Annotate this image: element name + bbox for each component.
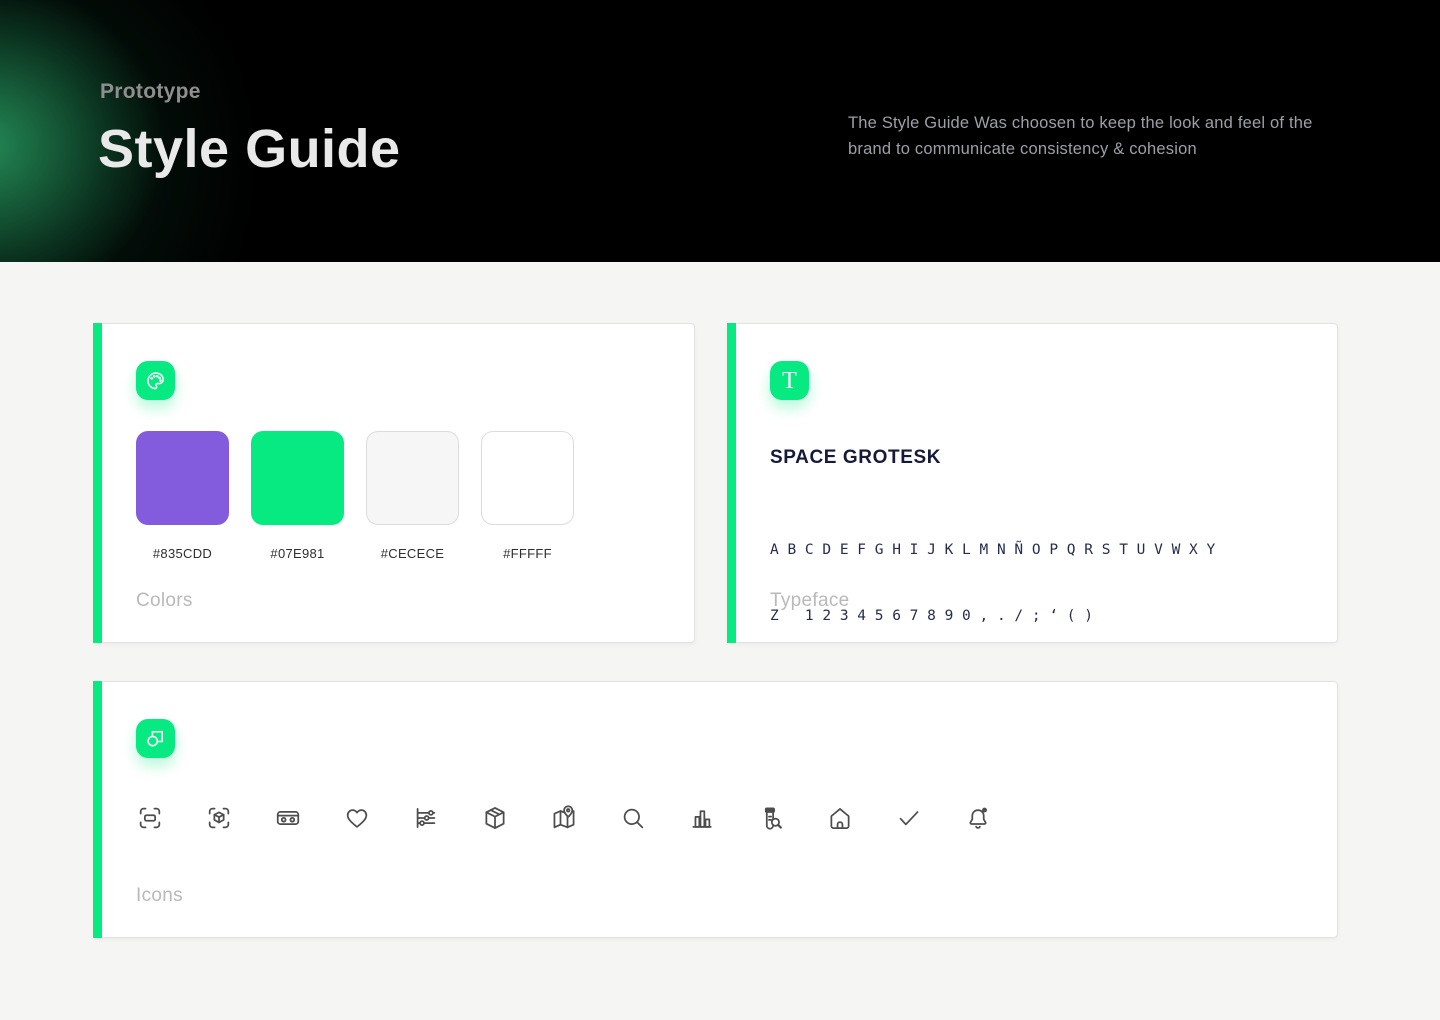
page-title: Style Guide	[98, 118, 401, 180]
bar-chart-icon	[688, 804, 716, 832]
typeface-card-label: Typeface	[770, 590, 850, 612]
scan-cube-icon	[205, 804, 233, 832]
shapes-icon	[136, 719, 175, 758]
icons-card-label: Icons	[136, 885, 183, 907]
palette-icon	[136, 361, 175, 400]
color-swatch	[366, 431, 459, 525]
icons-card: Icons	[93, 681, 1338, 938]
map-pin-icon	[550, 804, 578, 832]
colors-card-label: Colors	[136, 590, 193, 612]
specimen-line: A B C D E F G H I J K L M N Ñ O P Q R S …	[770, 539, 1337, 561]
search-icon	[619, 804, 647, 832]
font-family-name: SPACE GROTESK	[770, 447, 1337, 469]
swatch-item: #835CDD	[136, 431, 229, 561]
check-icon	[895, 804, 923, 832]
vr-headset-icon	[274, 804, 302, 832]
swatch-row: #835CDD #07E981 #CECECE #FFFFF	[136, 431, 694, 561]
specimen-line: Z 1 2 3 4 5 6 7 8 9 0 , . / ; ‘ ( )	[770, 605, 1337, 627]
typeface-badge-letter: T	[782, 369, 797, 393]
swatch-item: #FFFFF	[481, 431, 574, 561]
package-icon	[481, 804, 509, 832]
swatch-item: #07E981	[251, 431, 344, 561]
typeface-card: T SPACE GROTESK A B C D E F G H I J K L …	[727, 323, 1338, 643]
sliders-icon	[412, 804, 440, 832]
swatch-hex-label: #CECECE	[381, 546, 445, 561]
swatch-item: #CECECE	[366, 431, 459, 561]
heart-icon	[343, 804, 371, 832]
swatch-hex-label: #FFFFF	[503, 546, 552, 561]
eyebrow-label: Prototype	[100, 80, 201, 104]
home-icon	[826, 804, 854, 832]
icon-row	[136, 804, 1337, 832]
colors-card: #835CDD #07E981 #CECECE #FFFFF Colors	[93, 323, 695, 643]
header-description: The Style Guide Was choosen to keep the …	[848, 110, 1326, 162]
color-swatch	[251, 431, 344, 525]
typeface-icon: T	[770, 361, 809, 400]
page-header: Prototype Style Guide The Style Guide Wa…	[0, 0, 1440, 262]
receipt-search-icon	[757, 804, 785, 832]
swatch-hex-label: #07E981	[270, 546, 324, 561]
color-swatch	[481, 431, 574, 525]
bell-notification-icon	[964, 804, 992, 832]
scan-frame-icon	[136, 804, 164, 832]
swatch-hex-label: #835CDD	[153, 546, 212, 561]
font-specimen: A B C D E F G H I J K L M N Ñ O P Q R S …	[770, 495, 1337, 671]
color-swatch	[136, 431, 229, 525]
